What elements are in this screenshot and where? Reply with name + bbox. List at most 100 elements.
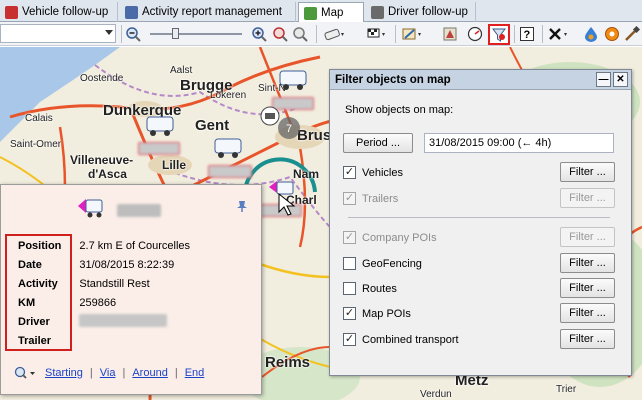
panel-title-text: Filter objects on map [335,74,451,86]
info-row: Activity Standstill Rest [6,274,196,293]
vehicle-name-label [208,165,252,178]
geofencing-filter-button[interactable]: Filter ... [560,253,615,273]
info-value [67,312,196,331]
show-objects-label: Show objects on map: [345,104,454,116]
city-label: Lille [162,158,187,172]
filter-objects-icon[interactable] [488,24,510,45]
vehicles-filter-button[interactable]: Filter ... [560,162,615,182]
filter-row-routes[interactable]: Routes [343,282,397,295]
clock-icon [125,5,138,19]
map-pois-filter-button[interactable]: Filter ... [560,303,615,323]
filter-row-combined-transport[interactable]: ✓ Combined transport [343,333,459,346]
link-divider: | [174,367,178,379]
eraser-icon[interactable] [322,25,346,43]
filter-label: Trailers [362,192,399,205]
driver-name-redacted [79,313,168,327]
filter-row-map-pois[interactable]: ✓ Map POIs [343,307,411,320]
checkbox[interactable]: ✓ [343,333,356,346]
city-label: d'Asca [88,167,127,181]
info-key: Date [18,258,42,271]
city-label: Villeneuve- [70,153,134,167]
info-key: Trailer [18,334,52,347]
checkbox[interactable] [343,282,356,295]
tab-label: Driver follow-up [388,6,468,18]
city-label: Calais [25,113,53,124]
close-icon[interactable] [546,25,572,43]
filter-row-vehicles[interactable]: ✓ Vehicles [343,166,403,179]
vehicle-name [117,204,161,217]
starting-link[interactable]: Starting [45,367,83,379]
end-link[interactable]: End [185,367,205,379]
period-field[interactable]: 31/08/2015 09:00 (← 4h) [424,133,614,153]
location-combo[interactable] [0,24,116,43]
zoom-slider[interactable] [150,28,242,39]
filter-label: Map POIs [362,307,411,320]
tab-activity-report-management[interactable]: Activity report management [120,2,296,22]
toolbar-divider [395,25,396,43]
tab-label: Activity report management [142,6,282,18]
zoom-in-icon[interactable] [250,25,268,43]
tab-vehicle-follow-up[interactable]: Vehicle follow-up [0,2,118,22]
close-icon[interactable]: ✕ [613,72,628,87]
pin-icon[interactable] [235,199,249,213]
tab-label: Vehicle follow-up [22,6,109,18]
zoom-full-icon[interactable] [291,25,309,43]
toolbar-divider [542,25,543,43]
color-drop-icon[interactable] [582,25,600,43]
filter-row-trailers: ✓ Trailers [343,192,398,205]
vehicle-marker[interactable] [213,135,253,161]
edit-route-icon[interactable] [400,25,424,43]
zoom-to-vehicle-icon[interactable] [14,366,38,380]
tools-icon[interactable] [623,25,641,43]
zoom-area-icon[interactable] [271,25,289,43]
speed-gauge-icon[interactable] [466,25,484,43]
city-label: Trier [556,384,577,395]
checkbox[interactable]: ✓ [343,166,356,179]
cluster-marker-icon[interactable]: 7 [276,115,302,141]
zoom-out-icon[interactable] [124,25,142,43]
routes-filter-button[interactable]: Filter ... [560,278,615,298]
info-key: Driver [18,315,50,328]
city-label: Saint-Omer [10,139,62,150]
via-link[interactable]: Via [100,367,116,379]
info-key: Activity [18,277,58,290]
info-row: Date 31/08/2015 8:22:39 [6,255,196,274]
vehicle-marker[interactable] [278,67,318,93]
svg-text:7: 7 [286,123,292,135]
chevron-down-icon[interactable] [105,30,113,35]
map-toolbar: ? [0,22,642,46]
tab-label: Map [321,7,344,19]
layers-icon[interactable] [441,25,459,43]
checkbox[interactable]: ✓ [343,307,356,320]
period-button[interactable]: Period ... [343,133,413,153]
around-link[interactable]: Around [132,367,167,379]
filter-label: Company POIs [362,231,437,244]
driver-icon [371,5,384,19]
map-icon [304,6,317,20]
info-value: 2.7 km E of Courcelles [79,239,191,252]
tab-map[interactable]: Map [298,2,364,23]
mouse-pointer-icon [278,192,296,216]
info-row: Driver [6,312,196,331]
info-value [67,331,196,350]
checkered-flag-icon[interactable] [364,25,388,43]
help-icon[interactable]: ? [518,25,536,43]
filter-label: Routes [362,282,397,295]
info-key: Position [18,239,62,252]
combined-transport-filter-button[interactable]: Filter ... [560,329,615,349]
tab-driver-follow-up[interactable]: Driver follow-up [366,2,476,22]
info-value: 259866 [79,296,117,309]
vehicle-name-label [138,142,180,155]
orange-marker-icon[interactable] [603,25,621,43]
vehicle-marker[interactable] [145,113,185,139]
separator [348,217,610,218]
checkbox[interactable] [343,257,356,270]
zoom-slider-knob[interactable] [172,28,179,39]
minimize-icon[interactable]: — [596,72,611,87]
toolbar-divider [316,25,317,43]
vehicle-info-table: Position 2.7 km E of Courcelles Date 31/08… [6,236,196,350]
city-label: Lokeren [210,90,247,101]
tab-bar: Vehicle follow-up Activity report manage… [0,0,642,23]
route-links: Starting | Via | Around | End [14,366,204,380]
filter-row-geofencing[interactable]: GeoFencing [343,257,422,270]
